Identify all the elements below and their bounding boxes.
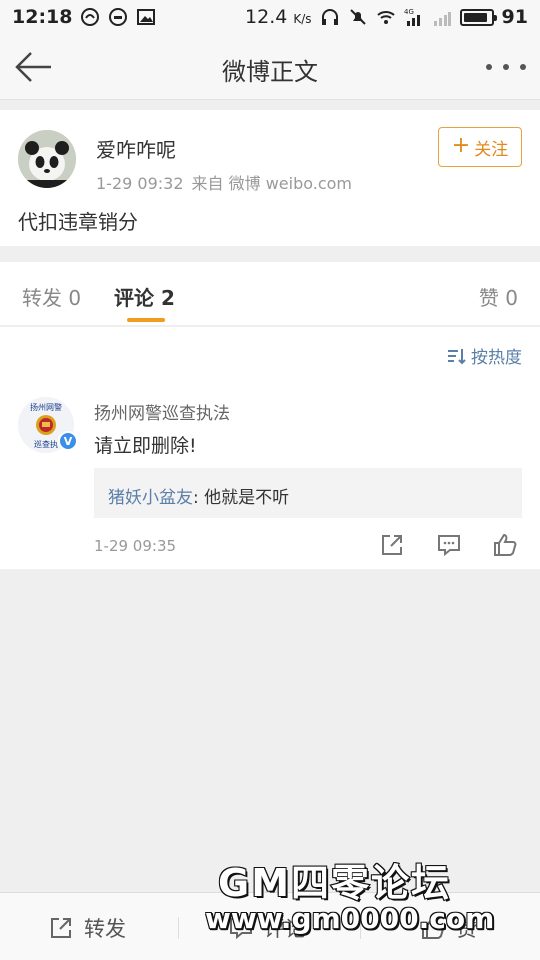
network-type-label: 4G xyxy=(404,8,414,16)
post-text: 代扣违章销分 xyxy=(18,210,138,234)
avatar-text-top: 扬州网警 xyxy=(30,402,62,412)
avatar-text-bottom: 巡查执 xyxy=(34,439,58,449)
tab-like[interactable]: 赞 0 xyxy=(479,282,518,311)
panda-avatar-image xyxy=(18,130,76,188)
plus-icon: + xyxy=(451,133,471,158)
reply-user[interactable]: 猪妖小盆友 xyxy=(108,488,193,508)
watermark-url: www.gm0000.com xyxy=(205,902,495,935)
nav-bar: 微博正文 xyxy=(0,34,540,100)
image-icon xyxy=(137,9,156,25)
reply-text: : 他就是不听 xyxy=(193,488,290,508)
follow-button[interactable]: + 关注 xyxy=(438,127,522,167)
comment-text: 请立即删除! xyxy=(94,435,197,457)
tab-bar: 转发 0 评论 2 赞 0 xyxy=(0,262,540,326)
post-author[interactable]: 爱咋咋呢 xyxy=(96,134,176,163)
mute-icon xyxy=(349,9,366,25)
signal-icon xyxy=(433,12,451,26)
reply-preview[interactable]: 猪妖小盆友: 他就是不听 xyxy=(94,468,522,518)
more-dots-icon[interactable] xyxy=(486,54,526,80)
post-source: 来自 微博 weibo.com xyxy=(191,174,352,193)
page-title: 微博正文 xyxy=(222,58,318,86)
repost-label: 转发 xyxy=(84,917,126,941)
wifi-icon xyxy=(376,11,395,24)
sort-label: 按热度 xyxy=(471,348,522,368)
dot-circle-icon xyxy=(109,8,128,26)
share-icon xyxy=(51,918,71,938)
verified-badge-icon: V xyxy=(58,431,78,451)
headphones-icon xyxy=(321,9,338,25)
battery-icon xyxy=(459,8,497,26)
status-time: 12:18 xyxy=(12,6,73,28)
signal-4g-icon: 4G xyxy=(404,8,420,26)
battery-level: 91 xyxy=(501,6,528,28)
network-speed-unit: K/s xyxy=(293,12,312,26)
like-icon[interactable] xyxy=(492,532,518,558)
tab-comment[interactable]: 评论 2 xyxy=(114,282,175,311)
comment-time: 1-29 09:35 xyxy=(94,537,177,555)
follow-label: 关注 xyxy=(474,139,509,160)
battery-fill xyxy=(463,12,488,22)
sort-icon xyxy=(448,348,466,364)
comment-list: 按热度 扬州网警 巡查执 V 扬州网警巡查执法 请立即删除! 猪妖小盆友: 他就… xyxy=(0,327,540,569)
post-meta: 1-29 09:32 来自 微博 weibo.com xyxy=(96,170,352,194)
tab-repost[interactable]: 转发 0 xyxy=(22,282,81,311)
watermark-title: GM四零论坛 xyxy=(217,860,452,906)
post-card: 爱咋咋呢 1-29 09:32 来自 微博 weibo.com + 关注 代扣违章… xyxy=(0,110,540,246)
post-time: 1-29 09:32 xyxy=(96,174,184,193)
repost-button[interactable]: 转发 xyxy=(48,913,126,943)
network-speed: 12.4 K/s xyxy=(245,6,312,28)
share-icon[interactable] xyxy=(379,532,405,558)
comment-icon[interactable] xyxy=(436,532,462,558)
avatar[interactable] xyxy=(18,130,76,188)
sort-button[interactable]: 按热度 xyxy=(447,343,522,368)
comment-author[interactable]: 扬州网警巡查执法 xyxy=(94,399,230,424)
comment-avatar[interactable]: 扬州网警 巡查执 V xyxy=(18,397,78,453)
network-speed-value: 12.4 xyxy=(245,6,288,28)
divider xyxy=(178,917,179,939)
active-tab-indicator xyxy=(127,318,165,322)
weibo-notify-icon xyxy=(81,8,100,26)
status-bar: 12:18 12.4 K/s 4G 91 xyxy=(0,0,540,34)
